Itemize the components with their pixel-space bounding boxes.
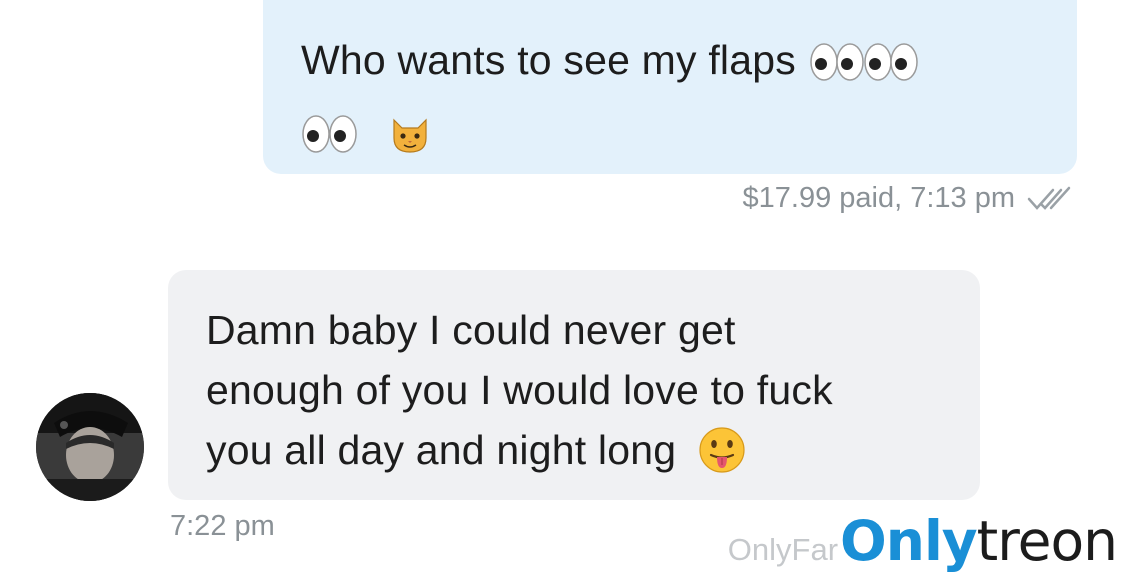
watermark-brand-treon: treon: [976, 509, 1118, 573]
outgoing-message-meta: $17.99 paid, 7:13 pm: [743, 182, 1073, 215]
watermark-brand-only: Only: [840, 509, 978, 573]
incoming-message-text: Damn baby I could never get enough of yo…: [206, 300, 940, 490]
eyes-emoji: [301, 108, 361, 172]
outgoing-message-text: Who wants to see my flaps: [301, 28, 1041, 174]
incoming-line-1: Damn baby I could never get: [206, 307, 736, 353]
double-check-icon: [1027, 184, 1073, 214]
outgoing-message-bubble[interactable]: Who wants to see my flaps: [263, 0, 1077, 174]
cat-face-icon: [389, 110, 431, 174]
outgoing-message-body: Who wants to see my flaps: [301, 37, 796, 83]
avatar[interactable]: [36, 393, 144, 501]
payment-timestamp: $17.99 paid, 7:13 pm: [742, 182, 1015, 214]
incoming-message-timestamp: 7:22 pm: [170, 510, 275, 542]
watermark-logo: OnlyFar Only treon: [727, 509, 1118, 573]
incoming-line-3: you all day and night long: [206, 427, 677, 473]
incoming-message-bubble[interactable]: Damn baby I could never get enough of yo…: [168, 270, 980, 500]
face-with-tongue-icon: [698, 426, 746, 490]
chat-screen: Who wants to see my flaps $17.99 paid, 7…: [0, 0, 1125, 577]
watermark-prefix: OnlyFar: [727, 532, 839, 567]
eyes-emoji: [808, 36, 920, 100]
incoming-line-2: enough of you I would love to fuck: [206, 367, 833, 413]
